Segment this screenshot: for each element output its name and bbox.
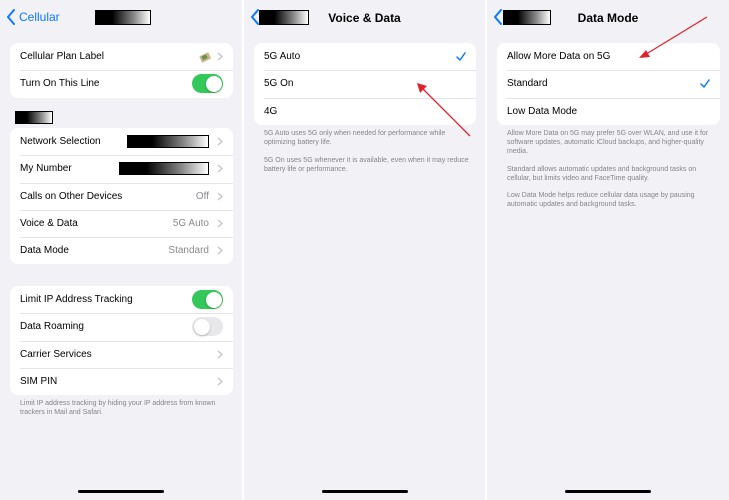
data-mode-row[interactable]: Data Mode Standard	[10, 237, 233, 264]
home-indicator	[78, 490, 164, 493]
row-label: Data Roaming	[20, 321, 84, 333]
navigation-bar: Cellular	[0, 0, 242, 36]
checkmark-icon	[456, 52, 466, 61]
back-chevron-icon[interactable]	[6, 9, 16, 25]
chevron-right-icon	[217, 350, 223, 359]
option-label: 5G Auto	[264, 51, 301, 63]
chevron-right-icon	[217, 219, 223, 228]
checkmark-icon	[700, 79, 710, 89]
data-mode-screen: Data Mode Allow More Data on 5G Standard…	[487, 0, 729, 500]
standard-footnote: Standard allows automatic updates and ba…	[507, 166, 697, 182]
cellular-line-settings-screen: Cellular Cellular Plan Label Turn On Thi…	[0, 0, 242, 500]
limit-ip-tracking-row: Limit IP Address Tracking	[10, 286, 233, 313]
option-label: 5G On	[264, 78, 294, 90]
sim-pin-row[interactable]: SIM PIN	[10, 367, 233, 395]
sim-plan-icon	[199, 52, 211, 63]
limit-ip-footnote: Limit IP address tracking by hiding your…	[20, 400, 216, 416]
5g-auto-footnote: 5G Auto uses 5G only when needed for per…	[264, 130, 446, 146]
option-4g[interactable]: 4G	[254, 97, 476, 125]
data-roaming-toggle[interactable]	[192, 317, 223, 337]
redacted-line-name	[95, 10, 151, 25]
row-label: Cellular Plan Label	[20, 51, 104, 63]
option-label: Low Data Mode	[507, 105, 578, 117]
home-indicator	[565, 490, 651, 493]
chevron-right-icon	[217, 52, 223, 61]
limit-ip-tracking-toggle[interactable]	[192, 290, 223, 310]
option-low-data-mode[interactable]: Low Data Mode	[497, 97, 720, 125]
navigation-bar: Data Mode	[487, 0, 729, 36]
home-indicator	[321, 490, 408, 493]
voice-data-row[interactable]: Voice & Data 5G Auto	[10, 209, 233, 237]
redacted-value	[119, 162, 209, 176]
chevron-right-icon	[217, 246, 223, 255]
line-group: Cellular Plan Label Turn On This Line	[10, 43, 233, 98]
row-label: Turn On This Line	[20, 78, 100, 90]
network-group: Network Selection My Number Calls on Oth…	[10, 128, 233, 265]
row-label: Limit IP Address Tracking	[20, 294, 133, 306]
data-roaming-row: Data Roaming	[10, 313, 233, 340]
toggle-knob	[205, 75, 222, 92]
option-standard[interactable]: Standard	[497, 70, 720, 97]
chevron-right-icon	[217, 137, 223, 146]
allow-more-data-footnote: Allow More Data on 5G may prefer 5G over…	[507, 130, 709, 155]
data-mode-options: Allow More Data on 5G Standard Low Data …	[497, 43, 720, 125]
row-value: 5G Auto	[172, 218, 209, 230]
option-label: Allow More Data on 5G	[507, 51, 611, 63]
chevron-right-icon	[217, 192, 223, 201]
page-title: Voice & Data	[328, 11, 401, 25]
network-selection-row[interactable]: Network Selection	[10, 128, 233, 155]
carrier-services-row[interactable]: Carrier Services	[10, 340, 233, 368]
row-label: Network Selection	[20, 136, 101, 148]
5g-on-footnote: 5G On uses 5G whenever it is available, …	[264, 157, 469, 173]
chevron-right-icon	[217, 377, 223, 386]
turn-on-line-row: Turn On This Line	[10, 70, 233, 97]
option-label: 4G	[264, 105, 278, 117]
toggle-knob	[205, 291, 222, 308]
row-label: SIM PIN	[20, 376, 58, 388]
privacy-group: Limit IP Address Tracking Data Roaming C…	[10, 286, 233, 396]
option-allow-more-data-5g[interactable]: Allow More Data on 5G	[497, 43, 720, 70]
toggle-knob	[193, 318, 210, 335]
row-label: Calls on Other Devices	[20, 190, 123, 202]
calls-on-other-devices-row[interactable]: Calls on Other Devices Off	[10, 182, 233, 210]
row-value: Standard	[168, 245, 209, 257]
row-label: Voice & Data	[20, 218, 78, 230]
voice-data-screen: Voice & Data 5G Auto 5G On 4G 5G Auto us…	[244, 0, 485, 500]
cellular-plan-label-row[interactable]: Cellular Plan Label	[10, 43, 233, 70]
voice-data-options: 5G Auto 5G On 4G	[254, 43, 476, 125]
redacted-section-header	[15, 111, 53, 124]
page-title: Data Mode	[577, 11, 639, 25]
row-value: Off	[195, 190, 209, 202]
low-data-mode-footnote: Low Data Mode helps reduce cellular data…	[507, 192, 695, 208]
option-label: Standard	[507, 78, 548, 90]
row-label: My Number	[20, 163, 72, 175]
my-number-row[interactable]: My Number	[10, 155, 233, 182]
option-5g-auto[interactable]: 5G Auto	[254, 43, 476, 70]
navigation-bar: Voice & Data	[244, 0, 485, 36]
row-label: Carrier Services	[20, 348, 92, 360]
back-button[interactable]: Cellular	[19, 10, 60, 24]
option-5g-on[interactable]: 5G On	[254, 70, 476, 97]
turn-on-line-toggle[interactable]	[192, 74, 223, 94]
chevron-right-icon	[217, 164, 223, 173]
row-label: Data Mode	[20, 245, 69, 257]
redacted-value	[127, 135, 209, 149]
